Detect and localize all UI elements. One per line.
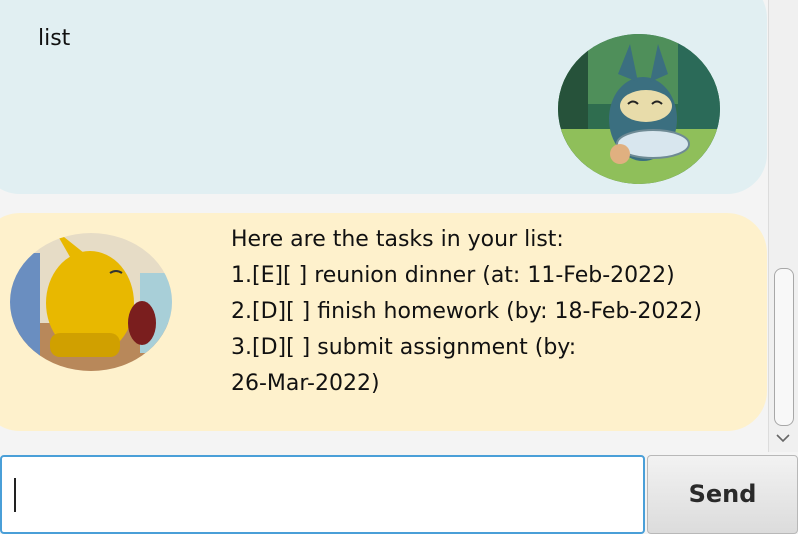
pikachu-avatar-icon — [10, 233, 172, 371]
vertical-scrollbar[interactable] — [768, 0, 798, 452]
message-input[interactable] — [0, 455, 645, 534]
bot-message-text: Here are the tasks in your list: 1.[E][ … — [231, 222, 731, 402]
chevron-down-icon[interactable] — [773, 428, 793, 448]
text-caret — [14, 478, 16, 512]
munchlax-avatar-icon — [558, 34, 720, 184]
user-message-text: list — [38, 26, 71, 51]
scrollbar-thumb[interactable] — [774, 268, 794, 426]
send-button[interactable]: Send — [647, 455, 798, 534]
bot-message-line: 3.[D][ ] submit assignment (by: — [231, 335, 577, 360]
bot-message-line: 26-Mar-2022) — [231, 371, 380, 396]
bot-message-line: 2.[D][ ] finish homework (by: 18-Feb-202… — [231, 299, 702, 324]
bot-message-line: 1.[E][ ] reunion dinner (at: 11-Feb-2022… — [231, 263, 675, 288]
chat-area: list Here are the tasks in your list: 1.… — [0, 0, 768, 452]
bot-message-line: Here are the tasks in your list: — [231, 227, 564, 252]
